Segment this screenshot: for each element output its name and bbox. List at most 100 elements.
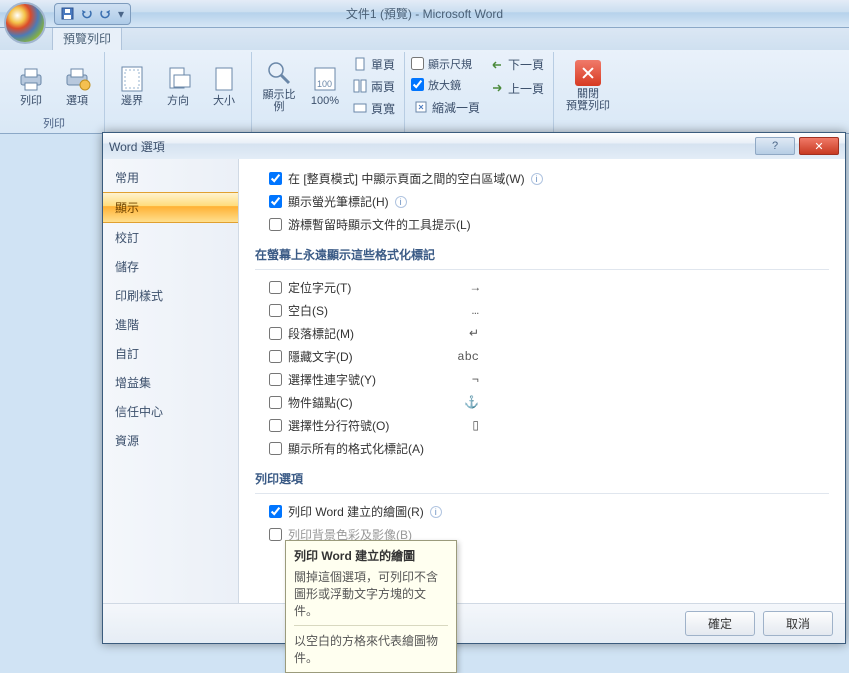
one-page-icon	[353, 57, 367, 71]
orientation-label: 方向	[167, 95, 189, 107]
sidebar-item-7[interactable]: 增益集	[103, 368, 238, 397]
opt-label: 游標暫留時顯示文件的工具提示(L)	[288, 216, 471, 233]
prev-page-icon	[490, 81, 504, 95]
fmt-opt-0[interactable]: 定位字元(T)→	[255, 276, 829, 299]
redo-icon[interactable]	[99, 7, 112, 20]
section-formatting-marks: 在螢幕上永遠顯示這些格式化標記	[255, 236, 829, 270]
word-options-dialog: Word 選項 ? ✕ 常用顯示校訂儲存印刷樣式進階自訂增益集信任中心資源 在 …	[102, 132, 846, 644]
dialog-close-button[interactable]: ✕	[799, 137, 839, 155]
opt-highlighter[interactable]: 顯示螢光筆標記(H) i	[255, 190, 829, 213]
fmt-opt-6[interactable]: 選擇性分行符號(O)▯	[255, 414, 829, 437]
one-page-button[interactable]: 單頁	[350, 55, 398, 74]
sidebar-item-3[interactable]: 儲存	[103, 252, 238, 281]
ribbon-group-close: 關閉預覽列印	[554, 52, 622, 133]
print-options-button[interactable]: 選項	[56, 54, 98, 118]
two-page-icon	[353, 79, 367, 93]
ribbon-group-preview: 顯示尺規 放大鏡 縮減一頁 下一頁 上一頁	[405, 52, 554, 133]
shrink-icon	[414, 100, 428, 114]
two-page-button[interactable]: 兩頁	[350, 77, 398, 96]
sidebar-item-2[interactable]: 校訂	[103, 223, 238, 252]
fmt-opt-1[interactable]: 空白(S) …	[255, 299, 829, 322]
orientation-button[interactable]: 方向	[157, 54, 199, 118]
print-label: 列印	[20, 95, 42, 107]
fmt-opt-3[interactable]: 隱藏文字(D) abc	[255, 345, 829, 368]
zoom-button[interactable]: 顯示比例	[258, 54, 300, 118]
sidebar-item-9[interactable]: 資源	[103, 426, 238, 455]
print-button[interactable]: 列印	[10, 54, 52, 118]
zoom-100-label: 100%	[311, 95, 339, 107]
sidebar-item-6[interactable]: 自訂	[103, 339, 238, 368]
size-icon	[210, 65, 238, 93]
magnifier-icon	[265, 59, 293, 87]
tooltip-title: 列印 Word 建立的繪圖	[294, 547, 448, 564]
opt-label: 顯示螢光筆標記(H)	[288, 193, 389, 210]
next-page-label: 下一頁	[508, 56, 544, 73]
zoom-100-button[interactable]: 100 100%	[304, 54, 346, 118]
opt-label: 物件錨點(C)	[288, 394, 353, 411]
sidebar-item-1[interactable]: 顯示	[103, 192, 238, 223]
opt-symbol: …	[472, 304, 479, 318]
quick-access-toolbar: ▾	[54, 3, 131, 25]
page-width-label: 頁寬	[371, 100, 395, 117]
sidebar-item-8[interactable]: 信任中心	[103, 397, 238, 426]
fmt-opt-4[interactable]: 選擇性連字號(Y)¬	[255, 368, 829, 391]
window-title: 文件1 (預覽) - Microsoft Word	[346, 5, 503, 22]
opt-symbol: abc	[457, 350, 479, 364]
group-title-print: 列印	[43, 115, 65, 131]
save-icon[interactable]	[61, 7, 74, 20]
fmt-opt-2[interactable]: 段落標記(M)↵	[255, 322, 829, 345]
dialog-help-button[interactable]: ?	[755, 137, 795, 155]
opt-symbol: ⚓	[464, 395, 479, 410]
zoom-100-icon: 100	[311, 65, 339, 93]
size-button[interactable]: 大小	[203, 54, 245, 118]
sidebar-item-4[interactable]: 印刷樣式	[103, 281, 238, 310]
page-width-icon	[353, 101, 367, 115]
next-page-icon	[490, 58, 504, 72]
opt-label: 選擇性連字號(Y)	[288, 371, 376, 388]
print-opt-0[interactable]: 列印 Word 建立的繪圖(R)i	[255, 500, 829, 523]
fmt-opt-5[interactable]: 物件錨點(C) ⚓	[255, 391, 829, 414]
prev-page-button[interactable]: 上一頁	[487, 79, 547, 98]
window-titlebar: ▾ 文件1 (預覽) - Microsoft Word	[0, 0, 849, 28]
orientation-icon	[164, 65, 192, 93]
margins-button[interactable]: 邊界	[111, 54, 153, 118]
show-ruler-checkbox[interactable]: 顯示尺規	[411, 56, 483, 72]
office-button[interactable]	[4, 2, 46, 44]
section-print-options: 列印選項	[255, 460, 829, 494]
opt-label: 空白(S)	[288, 302, 328, 319]
opt-show-whitespace[interactable]: 在 [整頁模式] 中顯示頁面之間的空白區域(W) i	[255, 167, 829, 190]
svg-text:100: 100	[317, 79, 332, 89]
info-icon[interactable]: i	[430, 506, 442, 518]
page-width-button[interactable]: 頁寬	[350, 99, 398, 118]
opt-tooltips[interactable]: 游標暫留時顯示文件的工具提示(L)	[255, 213, 829, 236]
info-icon[interactable]: i	[395, 196, 407, 208]
close-preview-button[interactable]: 關閉預覽列印	[560, 54, 616, 118]
next-page-button[interactable]: 下一頁	[487, 55, 547, 74]
ribbon-tab-row: 預覽列印	[0, 28, 849, 50]
dialog-footer: 確定 取消	[103, 603, 845, 643]
sidebar-item-5[interactable]: 進階	[103, 310, 238, 339]
ok-button[interactable]: 確定	[685, 611, 755, 636]
qat-dropdown-icon[interactable]: ▾	[118, 7, 124, 21]
info-icon[interactable]: i	[531, 173, 543, 185]
dialog-main: 在 [整頁模式] 中顯示頁面之間的空白區域(W) i 顯示螢光筆標記(H) i 游標…	[239, 159, 845, 603]
dialog-titlebar: Word 選項 ? ✕	[103, 133, 845, 159]
undo-icon[interactable]	[80, 7, 93, 20]
options-label: 選項	[66, 95, 88, 107]
margins-label: 邊界	[121, 95, 143, 107]
sidebar-item-0[interactable]: 常用	[103, 163, 238, 192]
opt-label: 顯示所有的格式化標記(A)	[288, 440, 424, 457]
ribbon-tab-print-preview[interactable]: 預覽列印	[52, 26, 122, 50]
shrink-label: 縮減一頁	[432, 99, 480, 116]
opt-label: 在 [整頁模式] 中顯示頁面之間的空白區域(W)	[288, 170, 525, 187]
size-label: 大小	[213, 95, 235, 107]
shrink-page-button[interactable]: 縮減一頁	[411, 98, 483, 117]
opt-label: 隱藏文字(D)	[288, 348, 353, 365]
fmt-opt-7[interactable]: 顯示所有的格式化標記(A)	[255, 437, 829, 460]
dialog-sidebar: 常用顯示校訂儲存印刷樣式進階自訂增益集信任中心資源	[103, 159, 239, 603]
close-label1: 關閉	[577, 88, 599, 100]
close-icon	[575, 60, 601, 86]
magnifier-checkbox[interactable]: 放大鏡	[411, 77, 483, 93]
printer-options-icon	[63, 65, 91, 93]
cancel-button[interactable]: 取消	[763, 611, 833, 636]
